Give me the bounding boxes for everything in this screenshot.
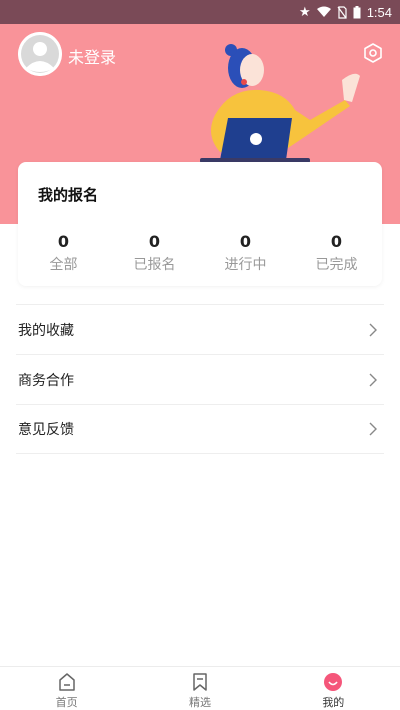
header-illustration xyxy=(200,44,360,163)
menu-item-business[interactable]: 商务合作 xyxy=(16,354,384,404)
tab-featured[interactable]: 精选 xyxy=(133,667,266,710)
avatar-icon[interactable] xyxy=(18,32,62,76)
tab-label: 首页 xyxy=(55,696,78,709)
no-sim-icon xyxy=(337,5,347,19)
menu-item-favorites[interactable]: 我的收藏 xyxy=(16,304,384,354)
menu-item-label: 我的收藏 xyxy=(18,322,74,339)
stat-count: 0 xyxy=(57,232,70,251)
home-icon xyxy=(58,673,75,691)
chevron-right-icon xyxy=(369,422,377,436)
stat-count: 0 xyxy=(330,232,343,251)
tab-label: 我的 xyxy=(322,696,345,709)
wifi-icon xyxy=(316,6,331,17)
stat-count: 0 xyxy=(148,232,161,251)
battery-icon xyxy=(353,5,361,18)
card-title: 我的报名 xyxy=(38,186,99,204)
registration-card: 我的报名 0 全部 0 已报名 0 进行中 0 已完成 xyxy=(18,162,382,286)
menu-list: 我的收藏 商务合作 意见反馈 xyxy=(16,304,384,454)
tab-label: 精选 xyxy=(188,696,211,709)
stat-label: 进行中 xyxy=(224,257,267,273)
stat-registered[interactable]: 0 已报名 xyxy=(109,232,200,274)
username[interactable]: 未登录 xyxy=(68,44,116,68)
star-icon: ★ xyxy=(299,4,311,20)
stat-label: 已报名 xyxy=(133,257,176,273)
chevron-right-icon xyxy=(369,323,377,336)
stat-in-progress[interactable]: 0 进行中 xyxy=(200,232,291,274)
stat-completed[interactable]: 0 已完成 xyxy=(291,232,382,274)
stat-all[interactable]: 0 全部 xyxy=(18,232,109,274)
bookmark-icon xyxy=(193,673,207,691)
menu-item-label: 意见反馈 xyxy=(18,422,74,438)
status-bar: ★ 1:54 xyxy=(0,0,400,24)
tab-home[interactable]: 首页 xyxy=(0,667,133,710)
tab-bar: 首页 精选 我的 xyxy=(0,666,400,710)
stat-label: 全部 xyxy=(49,257,78,273)
registration-stats: 0 全部 0 已报名 0 进行中 0 已完成 xyxy=(18,232,382,274)
chevron-right-icon xyxy=(369,373,377,386)
smile-icon xyxy=(324,673,343,691)
menu-item-label: 商务合作 xyxy=(18,372,74,389)
stat-count: 0 xyxy=(239,232,252,251)
stat-label: 已完成 xyxy=(315,257,358,273)
settings-icon[interactable] xyxy=(362,42,384,64)
tab-mine[interactable]: 我的 xyxy=(267,667,400,710)
status-time: 1:54 xyxy=(366,4,392,20)
menu-item-feedback[interactable]: 意见反馈 xyxy=(16,404,384,454)
